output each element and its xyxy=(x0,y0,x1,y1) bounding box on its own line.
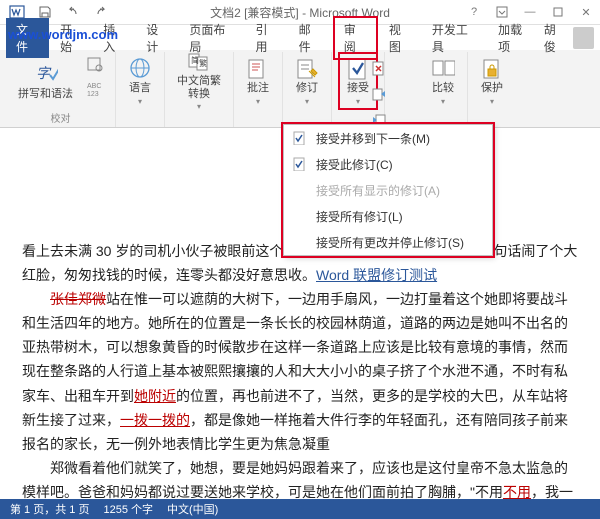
chevron-down-icon: ▾ xyxy=(305,97,309,106)
reject-icon[interactable] xyxy=(365,56,393,80)
tab-developer[interactable]: 开发工具 xyxy=(423,18,487,58)
comments-label: 批注 xyxy=(247,82,269,94)
accept-icon xyxy=(292,130,308,146)
close-icon[interactable]: ✕ xyxy=(572,0,600,25)
menu-label: 接受所有更改并停止修订(S) xyxy=(316,234,464,251)
comments-button[interactable]: 批注 ▾ xyxy=(240,52,276,110)
tab-references[interactable]: 引用 xyxy=(247,18,288,58)
page-status[interactable]: 第 1 页，共 1 页 xyxy=(10,501,89,517)
language-status[interactable]: 中文(中国) xyxy=(167,501,218,517)
inserted-text[interactable]: 她附近 xyxy=(134,388,176,404)
chevron-down-icon: ▾ xyxy=(197,102,201,111)
accept-dropdown: 接受并移到下一条(M) 接受此修订(C) 接受所有显示的修订(A) 接受所有修订… xyxy=(283,124,493,256)
protect-icon xyxy=(480,56,504,80)
svg-text:ABC: ABC xyxy=(87,83,101,90)
link[interactable]: Word 联盟修订测试 xyxy=(316,267,437,283)
svg-text:繁: 繁 xyxy=(199,58,207,68)
inserted-text[interactable]: 一拨一拨的 xyxy=(120,412,190,428)
deleted-text[interactable]: 张佳郑微 xyxy=(50,291,106,307)
svg-text:字: 字 xyxy=(36,65,52,81)
tab-mail[interactable]: 邮件 xyxy=(290,18,331,58)
paragraph[interactable]: 郑微看着他们就笑了，她想，要是她妈妈跟着来了，应该也是这付皇帝不急太监急的模样吧… xyxy=(22,457,578,499)
inserted-text[interactable]: 不用 xyxy=(503,484,531,499)
chevron-down-icon: ▾ xyxy=(441,97,445,106)
tab-review[interactable]: 审阅 xyxy=(333,16,378,60)
username[interactable]: 胡俊 xyxy=(544,21,567,55)
word-count[interactable]: 1255 个字 xyxy=(103,501,153,517)
chevron-down-icon: ▾ xyxy=(490,97,494,106)
prev-icon[interactable] xyxy=(365,82,393,106)
avatar[interactable] xyxy=(573,27,594,49)
paragraph[interactable]: 张佳郑微站在惟一可以遮荫的大树下，一边用手扇风，一边打量着这个她即将要战斗和生活… xyxy=(22,288,578,457)
chevron-down-icon: ▾ xyxy=(256,97,260,106)
accept-icon xyxy=(292,156,308,172)
translate-button[interactable]: 简繁 中文简繁 转换 ▾ xyxy=(171,52,227,110)
svg-text:123: 123 xyxy=(87,91,99,98)
protect-button[interactable]: 保护 ▾ xyxy=(474,52,510,110)
tab-design[interactable]: 设计 xyxy=(137,18,178,58)
menu-label: 接受所有修订(L) xyxy=(316,208,403,225)
accept-all[interactable]: 接受所有修订(L) xyxy=(284,203,492,229)
wordcount-icon[interactable]: ABC123 xyxy=(81,77,109,101)
revise-button[interactable]: 修订 ▾ xyxy=(289,52,325,110)
menubar: www.wordjm.com 文件 开始 插入 设计 页面布局 引用 邮件 审阅… xyxy=(0,25,600,50)
comments-icon xyxy=(246,56,270,80)
statusbar: 第 1 页，共 1 页 1255 个字 中文(中国) xyxy=(0,499,600,519)
accept-this[interactable]: 接受此修订(C) xyxy=(284,151,492,177)
ribbon: 字 拼写和语法 ABC123 校对 语言 ▾ 简繁 中文简繁 转换 ▾ 批注 ▾ xyxy=(0,50,600,128)
tab-layout[interactable]: 页面布局 xyxy=(180,18,244,58)
revise-icon xyxy=(295,56,319,80)
chevron-down-icon: ▾ xyxy=(138,97,142,106)
spellcheck-icon: 字 xyxy=(34,62,58,86)
accept-shown: 接受所有显示的修订(A) xyxy=(284,177,492,203)
compare-label: 比较 xyxy=(432,82,454,94)
revise-label: 修订 xyxy=(296,82,318,94)
tab-addins[interactable]: 加载项 xyxy=(489,18,542,58)
menu-label: 接受所有显示的修订(A) xyxy=(316,182,440,199)
compare-button[interactable]: 比较 ▾ xyxy=(425,52,461,110)
menu-label: 接受此修订(C) xyxy=(316,156,393,173)
group-proof-label: 校对 xyxy=(51,110,71,127)
language-icon xyxy=(128,56,152,80)
menu-label: 接受并移到下一条(M) xyxy=(316,130,430,147)
watermark: www.wordjm.com xyxy=(8,27,118,42)
protect-label: 保护 xyxy=(481,82,503,94)
tab-view[interactable]: 视图 xyxy=(380,18,421,58)
accept-all-stop[interactable]: 接受所有更改并停止修订(S) xyxy=(284,229,492,255)
language-button[interactable]: 语言 ▾ xyxy=(122,52,158,110)
chevron-down-icon: ▾ xyxy=(356,97,360,106)
spellcheck-button[interactable]: 字 拼写和语法 xyxy=(12,52,79,110)
accept-move-next[interactable]: 接受并移到下一条(M) xyxy=(284,125,492,151)
language-label: 语言 xyxy=(129,82,151,94)
translate-label: 中文简繁 转换 xyxy=(177,75,221,99)
compare-icon xyxy=(431,56,455,80)
spellcheck-label: 拼写和语法 xyxy=(18,88,73,100)
